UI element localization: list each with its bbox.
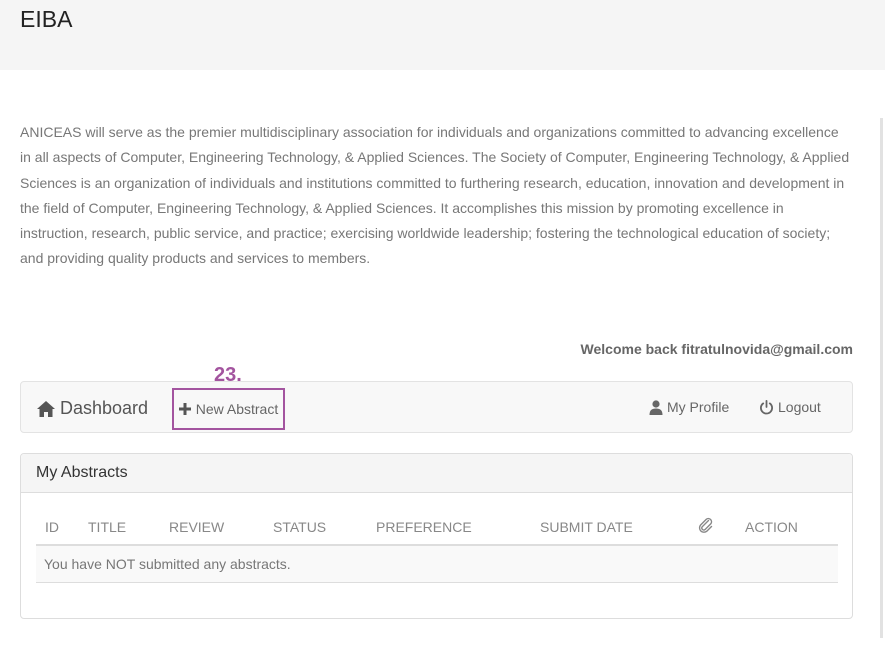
- user-icon: [649, 399, 663, 415]
- abstracts-table: ID TITLE REVIEW STATUS PREFERENCE SUBMIT…: [36, 507, 838, 583]
- logout-link[interactable]: Logout: [759, 399, 821, 415]
- column-header-preference: PREFERENCE: [376, 519, 472, 535]
- column-header-title: TITLE: [88, 519, 127, 535]
- home-icon: [37, 400, 55, 417]
- page-scrollbar[interactable]: [880, 118, 883, 638]
- column-header-review: REVIEW: [169, 519, 225, 535]
- column-header-action: ACTION: [745, 519, 798, 535]
- my-profile-label: My Profile: [667, 399, 730, 415]
- plus-icon: [178, 403, 191, 415]
- column-header-id: ID: [45, 519, 59, 535]
- panel-title: My Abstracts: [21, 454, 852, 493]
- new-abstract-label: New Abstract: [195, 401, 279, 417]
- about-text: ANICEAS will serve as the premier multid…: [20, 124, 850, 267]
- new-abstract-button[interactable]: New Abstract: [172, 388, 285, 430]
- my-profile-link[interactable]: My Profile: [649, 399, 729, 415]
- attachment-icon: [698, 517, 714, 536]
- navbar: Dashboard New Abstract My Profile Logout: [20, 381, 853, 433]
- column-header-status: STATUS: [273, 519, 327, 535]
- site-title: EIBA: [20, 6, 73, 32]
- column-header-submit-date: SUBMIT DATE: [540, 519, 633, 535]
- power-icon: [760, 399, 773, 414]
- empty-table-row: You have NOT submitted any abstracts.: [36, 546, 838, 583]
- site-header: EIBA: [0, 0, 885, 70]
- welcome-message: Welcome back fitratulnovida@gmail.com: [580, 341, 853, 357]
- dashboard-label: Dashboard: [60, 398, 149, 418]
- table-header: ID TITLE REVIEW STATUS PREFERENCE SUBMIT…: [36, 507, 838, 546]
- logout-label: Logout: [778, 399, 821, 415]
- dashboard-link[interactable]: Dashboard: [36, 398, 148, 419]
- my-abstracts-panel: My Abstracts ID TITLE REVIEW STATUS PREF…: [20, 453, 853, 619]
